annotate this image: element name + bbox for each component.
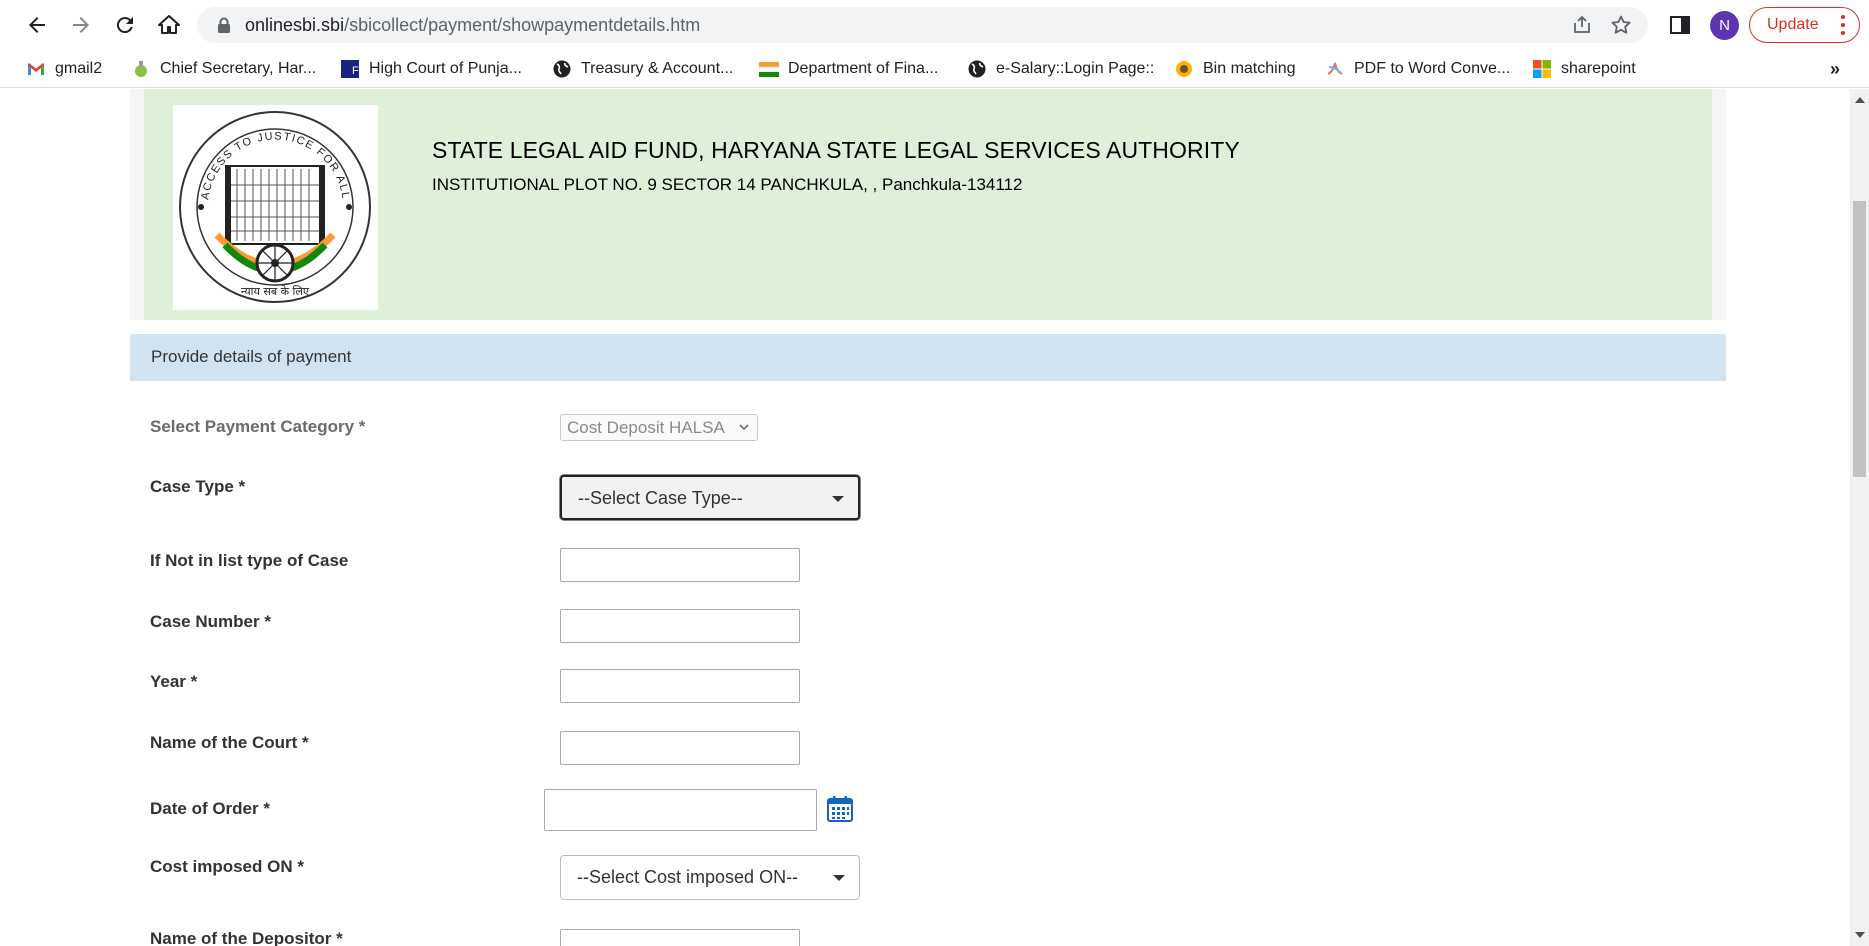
scroll-up-arrow-icon[interactable] bbox=[1855, 97, 1865, 103]
emblem-icon bbox=[135, 61, 147, 77]
dropdown-caret-icon bbox=[832, 496, 844, 502]
bookmark-department-finance[interactable]: Department of Fina... bbox=[759, 58, 938, 80]
depositor-label: Name of the Depositor * bbox=[150, 929, 343, 946]
org-address: INSTITUTIONAL PLOT NO. 9 SECTOR 14 PANCH… bbox=[432, 175, 1023, 194]
page-scrollbar[interactable] bbox=[1850, 89, 1869, 946]
section-title: Provide details of payment bbox=[151, 347, 352, 366]
court-name-input[interactable] bbox=[560, 731, 800, 765]
bookmark-esalary[interactable]: e-Salary::Login Page:: bbox=[967, 58, 1154, 80]
court-label: Name of the Court * bbox=[150, 733, 309, 752]
scroll-down-arrow-icon[interactable] bbox=[1855, 932, 1865, 938]
bookmarks-bar: gmail2 Chief Secretary, Har... F High Co… bbox=[0, 50, 1869, 88]
bin-icon bbox=[1176, 61, 1192, 77]
forward-arrow-icon bbox=[73, 17, 89, 33]
year-label: Year * bbox=[150, 672, 198, 691]
scrollbar-thumb[interactable] bbox=[1853, 201, 1866, 477]
bookmark-pdf-to-word[interactable]: PDF to Word Conve... bbox=[1325, 58, 1510, 80]
calendar-icon[interactable] bbox=[825, 794, 855, 824]
kebab-menu-icon bbox=[1841, 15, 1845, 35]
forward-button[interactable] bbox=[66, 10, 96, 40]
case-other-input[interactable] bbox=[560, 548, 800, 582]
case-type-label: Case Type * bbox=[150, 477, 246, 496]
bookmark-sharepoint[interactable]: sharepoint bbox=[1532, 58, 1636, 80]
dropdown-caret-icon bbox=[833, 875, 845, 881]
payment-category-label: Select Payment Category * bbox=[150, 417, 366, 436]
bookmarks-overflow-chevron-icon[interactable]: » bbox=[1830, 59, 1840, 80]
bookmark-bin-matching[interactable]: Bin matching bbox=[1174, 58, 1296, 80]
globe-icon bbox=[553, 60, 571, 78]
back-arrow-icon bbox=[29, 17, 45, 33]
home-button[interactable] bbox=[154, 10, 184, 40]
halsa-emblem-icon: ACCESS TO JUSTICE FOR ALL न्याय सब के लि… bbox=[179, 111, 371, 303]
pdf-icon bbox=[1327, 62, 1343, 75]
header-banner: ACCESS TO JUSTICE FOR ALL न्याय सब के लि… bbox=[144, 89, 1712, 320]
chevron-down-icon bbox=[739, 424, 749, 431]
case-other-label: If Not in list type of Case bbox=[150, 551, 349, 570]
update-label: Update bbox=[1767, 16, 1819, 33]
flag-icon bbox=[759, 62, 779, 77]
reload-icon bbox=[116, 17, 133, 34]
date-of-order-label: Date of Order * bbox=[150, 799, 270, 818]
cost-imposed-label: Cost imposed ON * bbox=[150, 857, 304, 876]
cost-imposed-select[interactable]: --Select Cost imposed ON-- bbox=[560, 855, 860, 900]
section-header: Provide details of payment bbox=[130, 334, 1726, 381]
profile-avatar[interactable]: N bbox=[1710, 11, 1739, 40]
payment-category-select: Cost Deposit HALSA bbox=[560, 414, 758, 441]
address-bar[interactable]: onlinesbi.sbi/sbicollect/payment/showpay… bbox=[197, 7, 1648, 43]
side-panel-icon[interactable] bbox=[1668, 13, 1692, 37]
home-icon bbox=[158, 15, 180, 34]
update-button[interactable]: Update bbox=[1749, 7, 1860, 43]
year-input[interactable] bbox=[560, 669, 800, 703]
case-number-input[interactable] bbox=[560, 609, 800, 643]
bookmark-gmail2[interactable]: gmail2 bbox=[26, 58, 102, 80]
svg-text:F: F bbox=[352, 65, 359, 77]
halsa-logo: ACCESS TO JUSTICE FOR ALL न्याय सब के लि… bbox=[173, 105, 378, 310]
gmail-icon bbox=[28, 63, 44, 75]
bookmark-chief-secretary[interactable]: Chief Secretary, Har... bbox=[131, 58, 316, 80]
bookmark-star-icon[interactable] bbox=[1610, 14, 1632, 36]
depositor-name-input[interactable] bbox=[560, 929, 800, 946]
share-icon[interactable] bbox=[1571, 14, 1593, 36]
svg-text:न्याय सब के लिए: न्याय सब के लिए bbox=[241, 285, 310, 298]
bookmark-treasury[interactable]: Treasury & Account... bbox=[552, 58, 733, 80]
back-button[interactable] bbox=[22, 10, 52, 40]
ms-icon bbox=[1533, 60, 1551, 78]
header-panel: ACCESS TO JUSTICE FOR ALL न्याय सब के लि… bbox=[130, 89, 1726, 320]
reload-button[interactable] bbox=[110, 10, 140, 40]
globe-icon bbox=[968, 60, 986, 78]
org-title: STATE LEGAL AID FUND, HARYANA STATE LEGA… bbox=[432, 137, 1240, 163]
page-viewport: ACCESS TO JUSTICE FOR ALL न्याय सब के लि… bbox=[0, 89, 1850, 946]
bookmark-high-court[interactable]: F High Court of Punja... bbox=[340, 58, 522, 80]
browser-toolbar: onlinesbi.sbi/sbicollect/payment/showpay… bbox=[0, 0, 1869, 50]
hc-icon: F bbox=[341, 60, 359, 78]
date-of-order-input[interactable] bbox=[544, 789, 817, 831]
case-type-select[interactable]: --Select Case Type-- bbox=[560, 475, 860, 520]
case-number-label: Case Number * bbox=[150, 612, 271, 631]
lock-icon bbox=[218, 17, 230, 33]
url-text: onlinesbi.sbi/sbicollect/payment/showpay… bbox=[245, 15, 701, 35]
